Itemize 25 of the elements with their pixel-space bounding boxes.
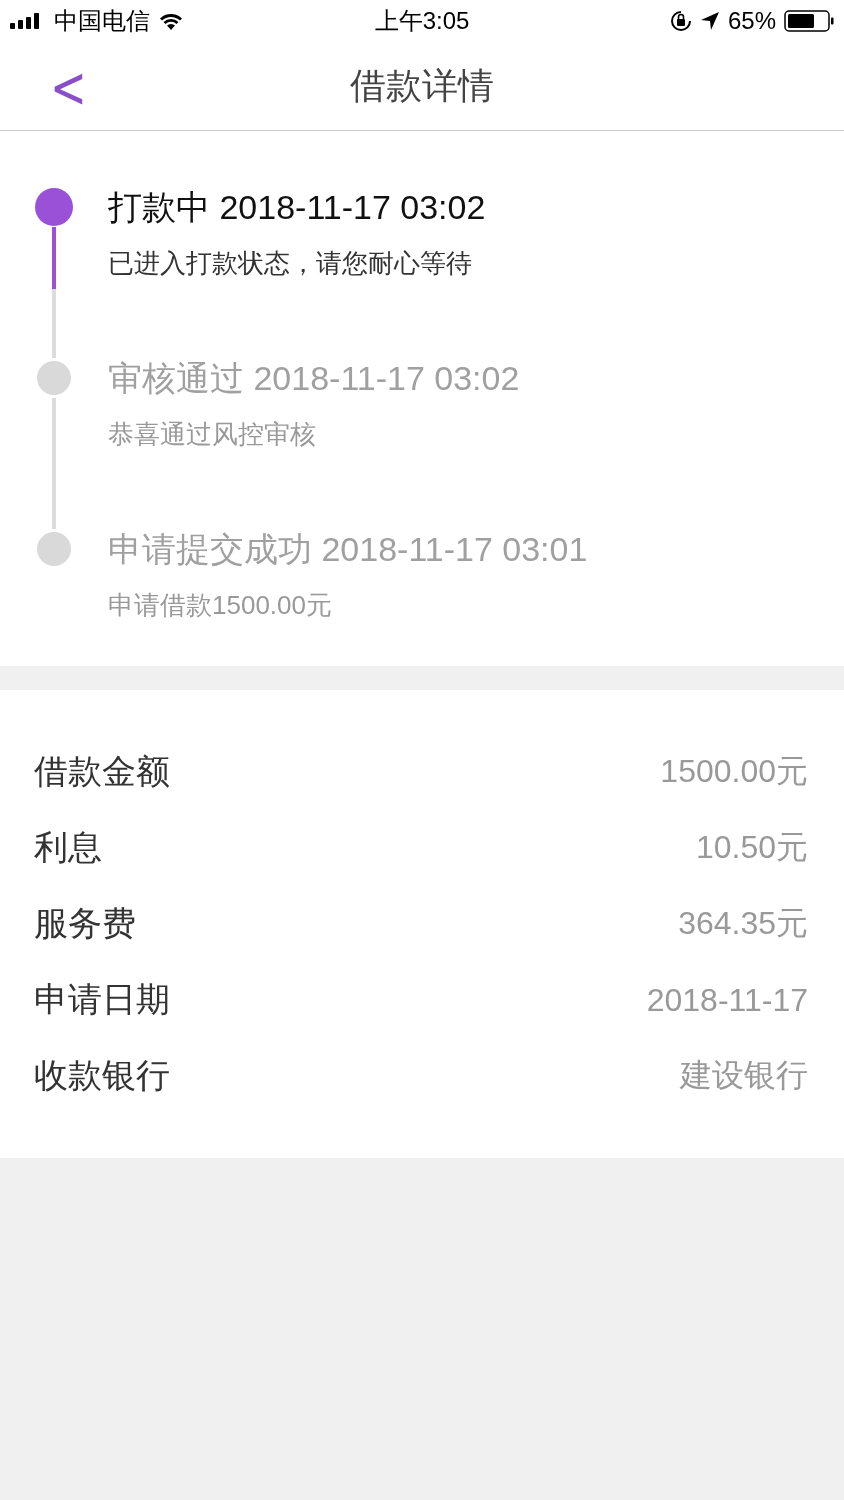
battery-percent: 65%: [727, 7, 776, 35]
detail-label: 利息: [34, 827, 102, 868]
step-description: 已进入打款状态，请您耐心等待: [108, 247, 473, 280]
wifi-icon: [158, 11, 184, 31]
detail-value: 364.35元: [678, 904, 808, 943]
step-title: 审核通过 2018-11-17 03:02: [108, 358, 520, 398]
detail-value: 2018-11-17: [646, 981, 808, 1019]
detail-label: 服务费: [34, 903, 136, 944]
page-title: 借款详情: [350, 63, 494, 108]
detail-label: 借款金额: [34, 751, 170, 792]
carrier-name: 中国电信: [54, 6, 150, 36]
back-button[interactable]: <: [36, 52, 101, 120]
rotation-lock-icon: [669, 10, 692, 32]
step-title: 申请提交成功 2018-11-17 03:01: [108, 529, 588, 569]
detail-value: 1500.00元: [660, 752, 808, 791]
detail-label: 收款银行: [34, 1055, 170, 1096]
step-title: 打款中 2018-11-17 03:02: [108, 187, 486, 227]
detail-value: 建设银行: [680, 1056, 808, 1095]
location-icon: [699, 11, 720, 31]
battery-icon: [784, 10, 834, 32]
step-description: 申请借款1500.00元: [108, 589, 333, 622]
step-description: 恭喜通过风控审核: [108, 418, 317, 451]
clock-time: 上午3:05: [374, 6, 470, 36]
detail-value: 10.50元: [695, 828, 808, 867]
detail-label: 申请日期: [34, 979, 170, 1020]
